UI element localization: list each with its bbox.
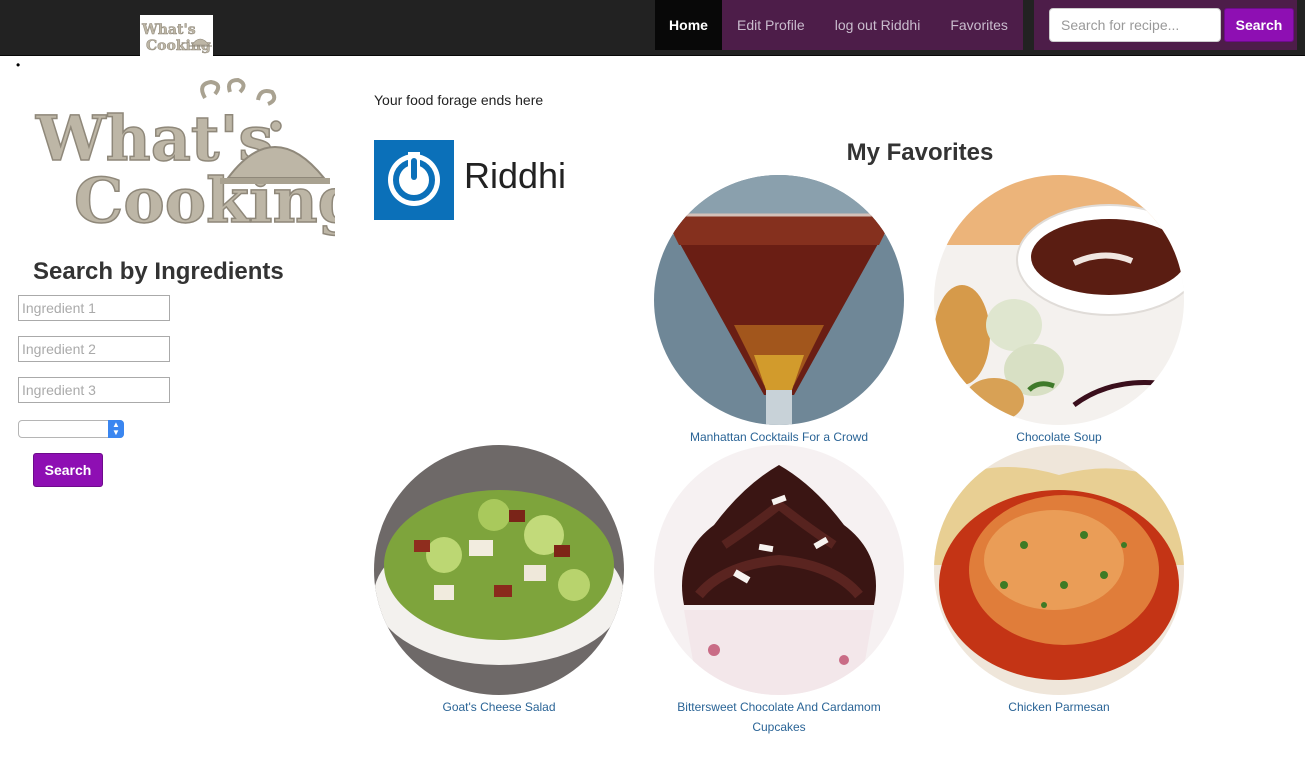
recipe-search-button[interactable]: Search bbox=[1224, 8, 1294, 42]
nav-favorites-link[interactable]: Favorites bbox=[935, 0, 1023, 50]
list-bullet: • bbox=[16, 58, 21, 72]
ingredient-3-input[interactable] bbox=[18, 377, 170, 403]
profile-username: Riddhi bbox=[464, 155, 567, 196]
ingredient-2-input[interactable] bbox=[18, 336, 170, 362]
recipe-link-cupcakes[interactable]: Bittersweet Chocolate And Cardamom Cupca… bbox=[654, 697, 904, 737]
favorites-heading: My Favorites bbox=[846, 139, 994, 166]
recipe-link-chocolate-soup[interactable]: Chocolate Soup bbox=[934, 427, 1184, 447]
nav-search-form: Search bbox=[1034, 0, 1297, 50]
recipe-link-goats-cheese-salad[interactable]: Goat's Cheese Salad bbox=[374, 697, 624, 717]
nav-edit-profile-link[interactable]: Edit Profile bbox=[722, 0, 820, 50]
recipe-image-manhattan[interactable] bbox=[654, 175, 904, 425]
svg-text:What's: What's bbox=[141, 22, 196, 38]
ingredient-search-button[interactable]: Search bbox=[33, 453, 103, 487]
nav-links: Home Edit Profile log out Riddhi Favorit… bbox=[655, 0, 1023, 50]
ingredient-search-heading: Search by Ingredients bbox=[33, 258, 284, 285]
recipe-link-manhattan[interactable]: Manhattan Cocktails For a Crowd bbox=[654, 427, 904, 447]
nav-logo[interactable]: What's Cooking bbox=[140, 15, 213, 56]
avatar bbox=[374, 140, 454, 220]
top-navbar: What's Cooking Home Edit Profile log out… bbox=[0, 0, 1305, 56]
nav-logout-link[interactable]: log out Riddhi bbox=[819, 0, 936, 50]
site-logo: What's Cooking bbox=[30, 77, 362, 243]
tagline: Your food forage ends here bbox=[374, 92, 544, 108]
recipe-image-chocolate-soup[interactable] bbox=[934, 175, 1184, 425]
recipe-search-input[interactable] bbox=[1049, 8, 1221, 42]
recipe-link-chicken-parmesan[interactable]: Chicken Parmesan bbox=[934, 697, 1184, 717]
chevron-up-down-icon: ▲ ▼ bbox=[108, 420, 124, 438]
nav-home-link[interactable]: Home bbox=[655, 0, 722, 50]
power-icon bbox=[388, 152, 440, 206]
recipe-image-goats-cheese-salad[interactable] bbox=[374, 445, 624, 695]
nav-divider bbox=[1023, 0, 1034, 50]
recipe-image-cupcakes[interactable] bbox=[654, 445, 904, 695]
recipe-image-chicken-parmesan[interactable] bbox=[934, 445, 1184, 695]
ingredient-1-input[interactable] bbox=[18, 295, 170, 321]
ingredient-filter-select[interactable]: ▲ ▼ bbox=[18, 420, 124, 438]
